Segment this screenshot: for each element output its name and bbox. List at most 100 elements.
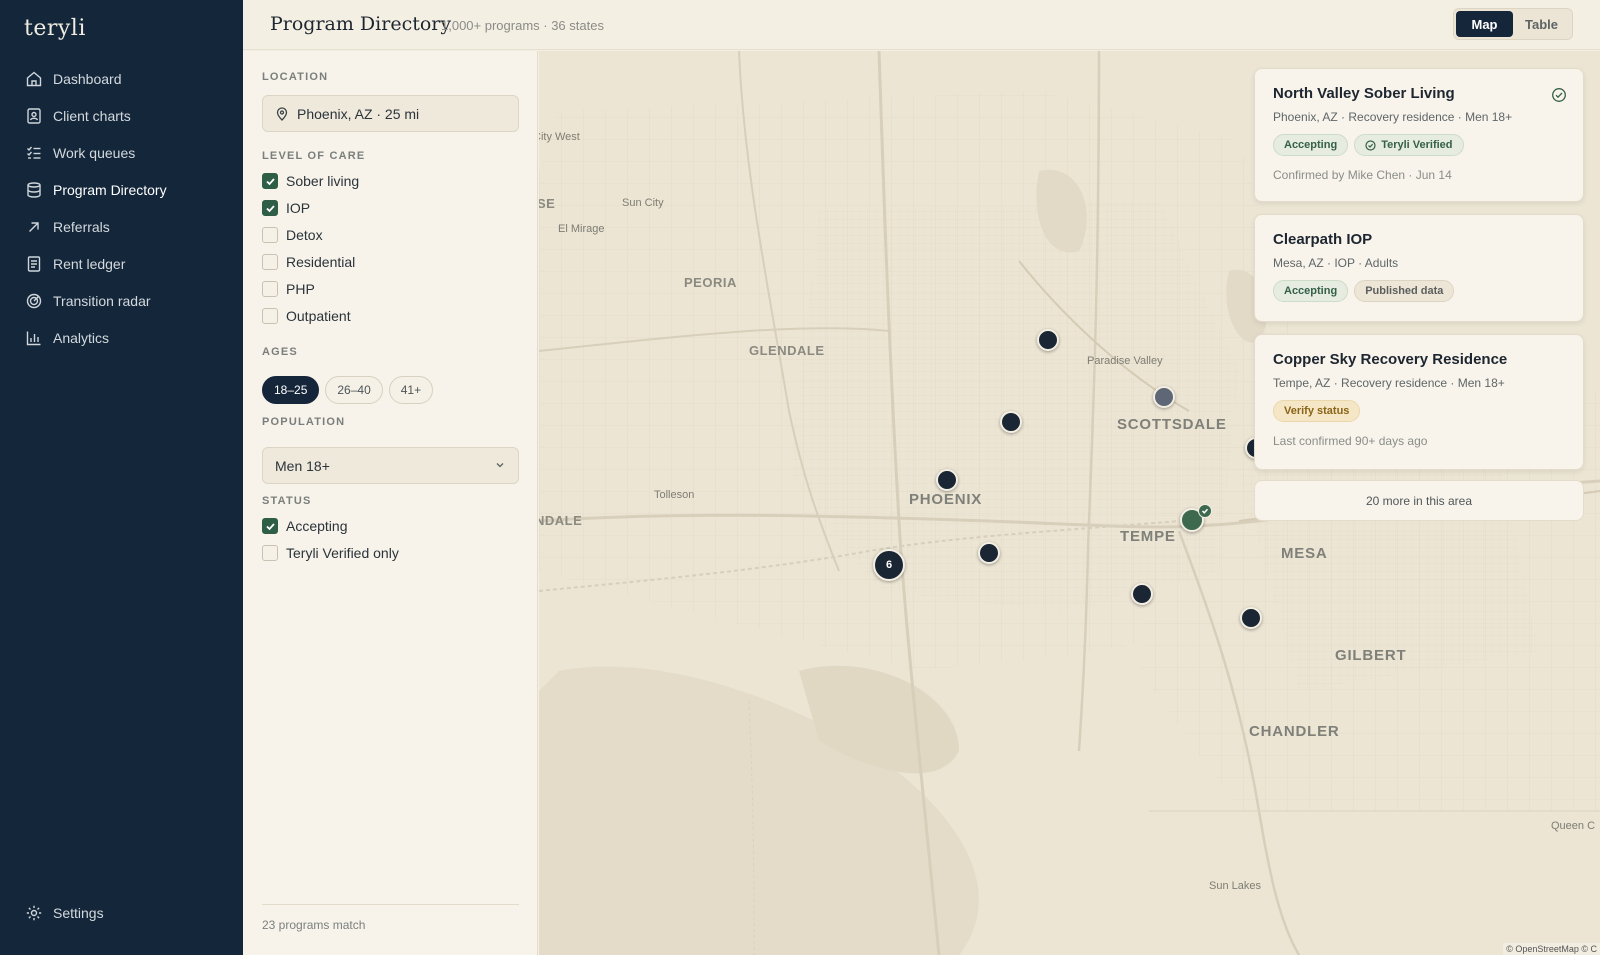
program-pin[interactable] [978, 542, 1000, 564]
place-label: Tolleson [654, 489, 695, 501]
checkbox[interactable] [262, 518, 278, 534]
place-label: SCOTTSDALE [1117, 416, 1227, 433]
care-option-residential[interactable]: Residential [262, 254, 355, 270]
care-option-sober-living[interactable]: Sober living [262, 173, 359, 189]
place-label: PHOENIX [909, 491, 983, 508]
badge-row: Accepting Teryli Verified [1273, 134, 1565, 156]
program-meta: Phoenix, AZ · Recovery residence · Men 1… [1273, 110, 1513, 124]
status-badge: Accepting [1273, 134, 1349, 156]
sidebar-item-transition-radar[interactable]: Transition radar [0, 282, 243, 319]
ages-label: AGES [262, 346, 298, 358]
match-count: 23 programs match [262, 918, 366, 932]
home-icon [25, 70, 43, 88]
client-chart-icon [25, 107, 43, 125]
map-attribution[interactable]: © OpenStreetMap © C [1503, 943, 1600, 955]
care-option-label: Sober living [286, 173, 360, 189]
sidebar-item-referrals[interactable]: Referrals [0, 208, 243, 245]
population-value: Men 18+ [275, 457, 330, 474]
checkbox[interactable] [262, 308, 278, 324]
status-label: STATUS [262, 495, 312, 507]
place-label: PEORIA [684, 275, 737, 290]
arrow-up-right-icon [25, 218, 43, 236]
divider [262, 904, 519, 905]
status-option-verified-only[interactable]: Teryli Verified only [262, 545, 399, 561]
sidebar-item-settings[interactable]: Settings [0, 894, 243, 931]
care-option-detox[interactable]: Detox [262, 227, 323, 243]
place-label: MESA [1281, 545, 1328, 562]
program-name: Copper Sky Recovery Residence [1273, 351, 1508, 368]
checkbox[interactable] [262, 173, 278, 189]
care-option-iop[interactable]: IOP [262, 200, 310, 216]
sidebar: teryli Dashboard Client charts Work queu… [0, 0, 243, 955]
place-label: City West [539, 131, 580, 143]
result-card[interactable]: Copper Sky Recovery Residence Tempe, AZ … [1254, 334, 1584, 470]
verify-status-badge[interactable]: Verify status [1273, 400, 1361, 422]
sidebar-item-dashboard[interactable]: Dashboard [0, 60, 243, 97]
place-label: SE [539, 196, 556, 211]
care-option-label: IOP [286, 200, 311, 216]
checkbox[interactable] [262, 281, 278, 297]
program-pin[interactable] [1240, 607, 1262, 629]
sidebar-item-label: Client charts [53, 107, 131, 124]
status-option-accepting[interactable]: Accepting [262, 518, 347, 534]
map-view-button[interactable]: Map [1456, 11, 1513, 37]
program-name: North Valley Sober Living [1273, 85, 1455, 102]
table-view-button[interactable]: Table [1513, 11, 1570, 37]
program-pin[interactable] [1153, 386, 1175, 408]
care-option-php[interactable]: PHP [262, 281, 315, 297]
age-chip-26-40[interactable]: 26–40 [325, 376, 383, 404]
settings-section: Settings [0, 894, 243, 931]
sidebar-item-client-charts[interactable]: Client charts [0, 97, 243, 134]
sidebar-item-program-directory[interactable]: Program Directory [0, 171, 243, 208]
location-input[interactable]: Phoenix, AZ · 25 mi [262, 95, 519, 132]
sidebar-item-work-queues[interactable]: Work queues [0, 134, 243, 171]
care-option-label: Detox [286, 227, 323, 243]
sidebar-item-label: Program Directory [53, 181, 167, 198]
filter-panel: LOCATION Phoenix, AZ · 25 mi LEVEL OF CA… [243, 51, 538, 955]
app-logo[interactable]: teryli [24, 16, 86, 41]
age-chip-41-plus[interactable]: 41+ [388, 376, 434, 404]
sidebar-nav: Dashboard Client charts Work queues Prog… [0, 60, 243, 356]
age-chip-18-25[interactable]: 18–25 [262, 376, 320, 404]
place-label: Queen C [1551, 820, 1596, 832]
program-name: Clearpath IOP [1273, 231, 1373, 248]
care-option-outpatient[interactable]: Outpatient [262, 308, 351, 324]
population-select[interactable]: Men 18+ [262, 447, 519, 484]
confirmation-note: Last confirmed 90+ days ago [1273, 434, 1428, 448]
status-option-label: Accepting [286, 518, 348, 534]
page-title: Program Directory [270, 13, 452, 35]
program-pin[interactable] [1000, 411, 1022, 433]
gear-icon [25, 904, 43, 922]
sidebar-item-label: Referrals [53, 218, 110, 235]
badge-row: Verify status [1273, 400, 1565, 422]
sidebar-item-label: Dashboard [53, 70, 122, 87]
program-pin[interactable] [936, 469, 958, 491]
result-card[interactable]: North Valley Sober Living Phoenix, AZ · … [1254, 68, 1584, 202]
checkbox[interactable] [262, 254, 278, 270]
bar-chart-icon [25, 329, 43, 347]
place-label: CHANDLER [1249, 723, 1340, 740]
program-cluster-pin[interactable]: 6 [873, 549, 905, 581]
place-label: Sun City [622, 197, 664, 209]
location-label: LOCATION [262, 71, 329, 83]
sidebar-item-analytics[interactable]: Analytics [0, 319, 243, 356]
more-results-button[interactable]: 20 more in this area [1254, 480, 1584, 521]
program-pin[interactable] [1131, 583, 1153, 605]
checkbox[interactable] [262, 200, 278, 216]
program-pin[interactable] [1037, 329, 1059, 351]
map-pin-icon [275, 106, 289, 121]
result-card[interactable]: Clearpath IOP Mesa, AZ · IOP · Adults Ac… [1254, 214, 1584, 322]
verified-check-icon [1198, 504, 1212, 518]
care-option-label: Residential [286, 254, 356, 270]
sidebar-item-rent-ledger[interactable]: Rent ledger [0, 245, 243, 282]
confirmation-note: Confirmed by Mike Chen · Jun 14 [1273, 168, 1452, 182]
care-option-label: Outpatient [286, 308, 351, 324]
place-label: GILBERT [1335, 647, 1407, 664]
checkbox[interactable] [262, 545, 278, 561]
place-label: El Mirage [558, 223, 605, 235]
status-badge: Accepting [1273, 280, 1349, 302]
checkbox[interactable] [262, 227, 278, 243]
verified-badge-label: Teryli Verified [1381, 139, 1453, 151]
verified-check-icon [1552, 88, 1566, 102]
sidebar-item-label: Work queues [53, 144, 136, 161]
